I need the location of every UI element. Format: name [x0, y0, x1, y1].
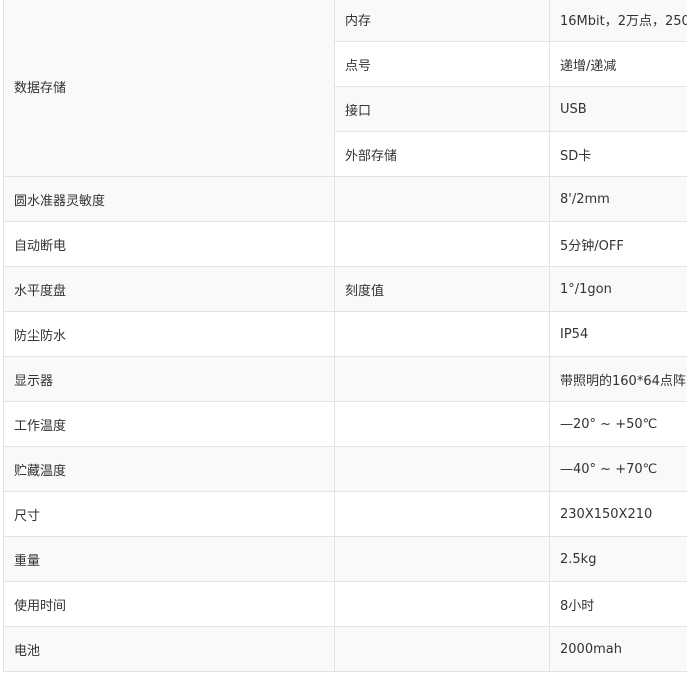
- row-sub-label: [334, 581, 550, 627]
- row-value: 1°/1gon: [549, 266, 687, 312]
- spec-table-viewport: 数据存储 内存 16Mbit，2万点，2500 点号 递增/递减 接口 USB …: [0, 0, 687, 693]
- row-sub-label: 点号: [334, 41, 550, 87]
- row-value: 递增/递减: [549, 41, 687, 87]
- table-row: 显示器 带照明的160*64点阵: [3, 356, 687, 402]
- row-sub-label: [334, 221, 550, 267]
- row-value: SD卡: [549, 131, 687, 177]
- row-sub-label: [334, 536, 550, 582]
- row-sub-label: 接口: [334, 86, 550, 132]
- row-label: 电池: [3, 626, 335, 672]
- row-sub-label: 外部存储: [334, 131, 550, 177]
- row-value: —40° ~ +70℃: [549, 446, 687, 492]
- table-row: 防尘防水 IP54: [3, 311, 687, 357]
- row-value: 2.5kg: [549, 536, 687, 582]
- row-sub-label: [334, 311, 550, 357]
- table-row: 自动断电 5分钟/OFF: [3, 221, 687, 267]
- row-sub-label: [334, 176, 550, 222]
- row-value: 2000mah: [549, 626, 687, 672]
- row-sub-label: [334, 401, 550, 447]
- row-sub-label: [334, 356, 550, 402]
- row-label: 重量: [3, 536, 335, 582]
- row-value: 16Mbit，2万点，2500: [549, 0, 687, 42]
- table-row: 使用时间 8小时: [3, 581, 687, 627]
- table-row: 圆水准器灵敏度 8'/2mm: [3, 176, 687, 222]
- row-label: 显示器: [3, 356, 335, 402]
- row-label: 水平度盘: [3, 266, 335, 312]
- row-label: 圆水准器灵敏度: [3, 176, 335, 222]
- row-sub-label: [334, 446, 550, 492]
- row-label: 数据存储: [3, 0, 335, 177]
- row-sub-label: [334, 626, 550, 672]
- row-value: IP54: [549, 311, 687, 357]
- row-sub-label: 刻度值: [334, 266, 550, 312]
- table-row: 电池 2000mah: [3, 626, 687, 672]
- row-value: 230X150X210: [549, 491, 687, 537]
- row-value: —20° ~ +50℃: [549, 401, 687, 447]
- row-value: 8小时: [549, 581, 687, 627]
- row-label: 防尘防水: [3, 311, 335, 357]
- row-label: 贮藏温度: [3, 446, 335, 492]
- row-label: 工作温度: [3, 401, 335, 447]
- row-value: 带照明的160*64点阵: [549, 356, 687, 402]
- row-sub-label: [334, 491, 550, 537]
- row-value: 8'/2mm: [549, 176, 687, 222]
- row-value: 5分钟/OFF: [549, 221, 687, 267]
- table-row: 数据存储 内存 16Mbit，2万点，2500: [3, 0, 687, 177]
- table-row: 水平度盘 刻度值 1°/1gon: [3, 266, 687, 312]
- row-label: 尺寸: [3, 491, 335, 537]
- row-value: USB: [549, 86, 687, 132]
- row-label: 使用时间: [3, 581, 335, 627]
- table-row: 重量 2.5kg: [3, 536, 687, 582]
- row-sub-label: 内存: [334, 0, 550, 42]
- spec-table: 数据存储 内存 16Mbit，2万点，2500 点号 递增/递减 接口 USB …: [3, 0, 687, 672]
- row-label: 自动断电: [3, 221, 335, 267]
- table-row: 工作温度 —20° ~ +50℃: [3, 401, 687, 447]
- table-row: 贮藏温度 —40° ~ +70℃: [3, 446, 687, 492]
- table-row: 尺寸 230X150X210: [3, 491, 687, 537]
